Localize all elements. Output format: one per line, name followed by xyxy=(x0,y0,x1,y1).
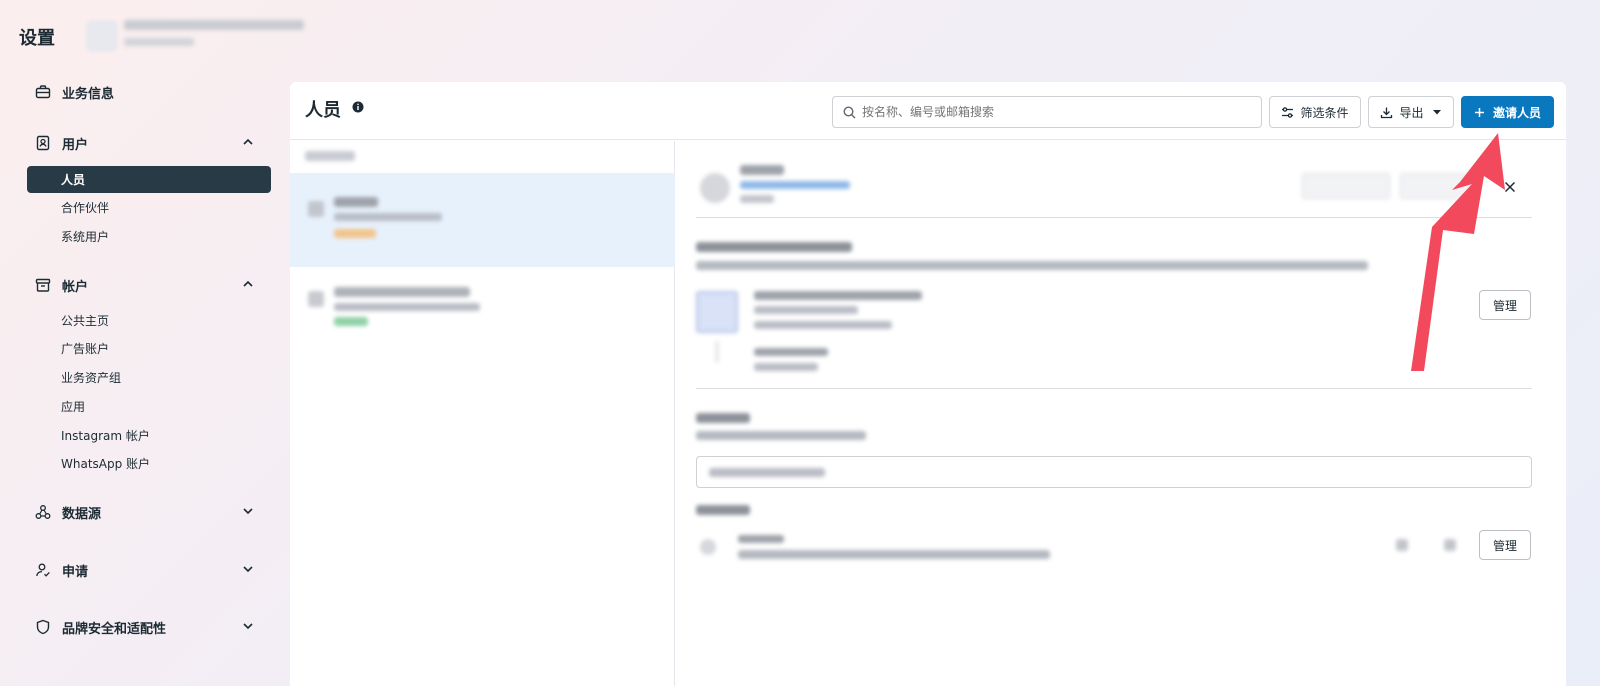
avatar xyxy=(308,201,324,217)
list-item[interactable] xyxy=(290,269,675,363)
section-heading-redacted xyxy=(696,413,750,423)
sidebar-item-apps[interactable]: 应用 xyxy=(27,393,271,420)
page-title: 人员 xyxy=(305,100,341,121)
panel-header: 人员 筛选条件 导出 邀请人员 xyxy=(290,82,1566,140)
asset-detail-redacted xyxy=(754,321,892,329)
business-avatar[interactable] xyxy=(86,20,118,52)
sidebar-section-label: 品牌安全和适配性 xyxy=(62,621,167,637)
asset-detail-redacted xyxy=(754,363,818,371)
sidebar-section-label: 申请 xyxy=(62,564,89,580)
search-icon xyxy=(843,105,856,118)
sidebar-section-accounts[interactable]: 帐户 xyxy=(27,271,271,299)
status-badge xyxy=(334,229,376,238)
chevron-down-icon[interactable] xyxy=(241,504,255,518)
export-button-label: 导出 xyxy=(1399,105,1424,120)
invite-people-button[interactable]: 邀请人员 xyxy=(1461,96,1554,128)
sidebar: 业务信息 用户 人员 合作伙伴 系统用户 帐户 公共主页 广告账户 业务资产组 … xyxy=(0,76,285,686)
person-email-redacted xyxy=(740,181,850,189)
asset-name-redacted xyxy=(754,348,828,356)
plus-icon xyxy=(1474,107,1484,117)
data-sources-icon xyxy=(35,504,51,520)
manage-button[interactable]: 管理 xyxy=(1479,530,1531,560)
sidebar-item-whatsapp-accounts[interactable]: WhatsApp 账户 xyxy=(27,450,271,477)
redacted-icon xyxy=(1396,539,1408,551)
avatar xyxy=(308,291,324,307)
status-badge xyxy=(334,317,368,326)
chevron-down-icon[interactable] xyxy=(241,619,255,633)
people-list xyxy=(290,141,675,686)
search-input[interactable] xyxy=(862,105,1242,119)
person-name-redacted xyxy=(740,165,784,175)
person-role-redacted xyxy=(740,195,774,203)
info-icon[interactable] xyxy=(352,101,364,113)
sidebar-item-people[interactable]: 人员 xyxy=(27,166,271,193)
sidebar-section-users[interactable]: 用户 xyxy=(27,129,271,157)
input-placeholder-redacted xyxy=(709,468,825,477)
top-bar: 设置 xyxy=(0,0,1600,80)
divider xyxy=(696,388,1532,389)
person-email-redacted xyxy=(334,303,480,311)
caret-down-icon xyxy=(1432,110,1441,115)
search-box[interactable] xyxy=(832,96,1262,128)
box-icon xyxy=(35,277,51,293)
item-name-redacted xyxy=(738,535,784,543)
sliders-icon xyxy=(1282,106,1294,118)
item-description-redacted xyxy=(738,550,1050,559)
sidebar-item-system-users[interactable]: 系统用户 xyxy=(27,223,271,250)
briefcase-icon xyxy=(35,84,51,100)
people-panel: 人员 筛选条件 导出 邀请人员 xyxy=(290,82,1566,686)
shield-icon xyxy=(35,619,51,635)
chevron-up-icon[interactable] xyxy=(241,277,255,291)
section-heading-redacted xyxy=(696,242,852,252)
id-badge-icon xyxy=(35,135,51,151)
person-detail: 管理 管理 xyxy=(676,141,1566,686)
sidebar-item-ad-accounts[interactable]: 广告账户 xyxy=(27,335,271,362)
sidebar-section-requests[interactable]: 申请 xyxy=(27,556,271,584)
divider xyxy=(696,217,1532,218)
list-count-redacted xyxy=(305,151,355,161)
invite-people-label: 邀请人员 xyxy=(1492,105,1541,120)
person-email-redacted xyxy=(334,213,442,221)
manage-button[interactable]: 管理 xyxy=(1479,290,1531,320)
avatar xyxy=(700,173,730,203)
sidebar-section-business-info[interactable]: 业务信息 xyxy=(27,78,271,106)
person-name-redacted xyxy=(334,287,470,297)
chevron-down-icon[interactable] xyxy=(241,562,255,576)
redacted-input-field[interactable] xyxy=(696,456,1532,488)
redacted-action-button[interactable] xyxy=(1302,173,1390,199)
settings-title: 设置 xyxy=(19,28,55,49)
chevron-up-icon[interactable] xyxy=(241,135,255,149)
close-icon xyxy=(1504,181,1516,193)
person-check-icon xyxy=(35,562,51,578)
redacted-action-button[interactable] xyxy=(1400,173,1474,199)
sidebar-section-label: 数据源 xyxy=(62,506,102,522)
sidebar-section-label: 业务信息 xyxy=(62,86,115,102)
asset-name-redacted xyxy=(754,291,922,300)
sidebar-item-partners[interactable]: 合作伙伴 xyxy=(27,194,271,221)
sidebar-section-data-sources[interactable]: 数据源 xyxy=(27,498,271,526)
export-button[interactable]: 导出 xyxy=(1368,96,1454,128)
filter-button[interactable]: 筛选条件 xyxy=(1269,96,1361,128)
sidebar-section-label: 用户 xyxy=(62,137,89,153)
section-description-redacted xyxy=(696,431,866,440)
redacted-icon xyxy=(1444,539,1456,551)
sidebar-item-pages[interactable]: 公共主页 xyxy=(27,307,271,334)
sidebar-section-label: 帐户 xyxy=(62,279,89,295)
business-name-redacted xyxy=(124,20,304,30)
close-button[interactable] xyxy=(1498,175,1522,199)
sidebar-item-business-asset-groups[interactable]: 业务资产组 xyxy=(27,364,271,391)
person-name-redacted xyxy=(334,197,378,207)
sidebar-item-instagram-accounts[interactable]: Instagram 帐户 xyxy=(27,422,271,449)
avatar xyxy=(700,539,716,555)
tree-connector xyxy=(716,341,718,363)
asset-detail-redacted xyxy=(754,306,858,314)
filter-button-label: 筛选条件 xyxy=(1300,105,1349,120)
section-description-redacted xyxy=(696,261,1368,270)
section-heading-redacted xyxy=(696,505,750,515)
sidebar-section-brand-safety[interactable]: 品牌安全和适配性 xyxy=(27,613,271,641)
download-icon xyxy=(1381,107,1393,118)
business-id-redacted xyxy=(124,38,194,46)
list-item[interactable] xyxy=(290,173,675,267)
asset-thumbnail xyxy=(696,291,738,333)
